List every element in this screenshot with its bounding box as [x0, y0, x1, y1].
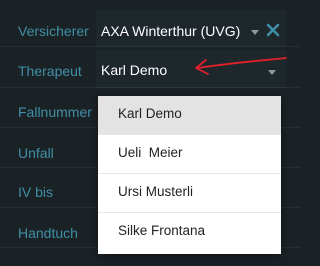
dropdown-option[interactable]: Silke Frontana	[98, 213, 281, 252]
label-fallnummer: Fallnummer	[18, 104, 92, 120]
label-versicherer: Versicherer	[18, 23, 89, 39]
therapeut-dropdown-list: Karl Demo Ueli Meier Ursi Musterli Silke…	[98, 96, 281, 254]
dropdown-option-label: Ursi Musterli	[118, 184, 194, 199]
versicherer-value: AXA Winterthur (UVG)	[101, 23, 241, 39]
therapeut-chevron-down-icon[interactable]	[268, 70, 276, 75]
dropdown-option-label: Silke Frontana	[118, 223, 206, 238]
dropdown-option[interactable]: Ueli Meier	[98, 135, 281, 174]
close-icon[interactable]	[266, 23, 280, 37]
versicherer-chevron-down-icon[interactable]	[251, 30, 259, 35]
field-underline	[96, 87, 286, 88]
dropdown-option-label: Karl Demo	[118, 106, 182, 121]
label-handtuch: Handtuch	[18, 225, 78, 241]
therapeut-value: Karl Demo	[101, 62, 168, 78]
dropdown-option[interactable]: Karl Demo	[98, 96, 281, 135]
dropdown-option-label: Ueli Meier	[118, 145, 183, 160]
dropdown-option[interactable]: Ursi Musterli	[98, 174, 281, 213]
field-underline	[96, 46, 286, 47]
label-therapeut: Therapeut	[18, 63, 82, 79]
label-unfall: Unfall	[18, 145, 54, 161]
label-iv-bis: IV bis	[18, 184, 54, 200]
